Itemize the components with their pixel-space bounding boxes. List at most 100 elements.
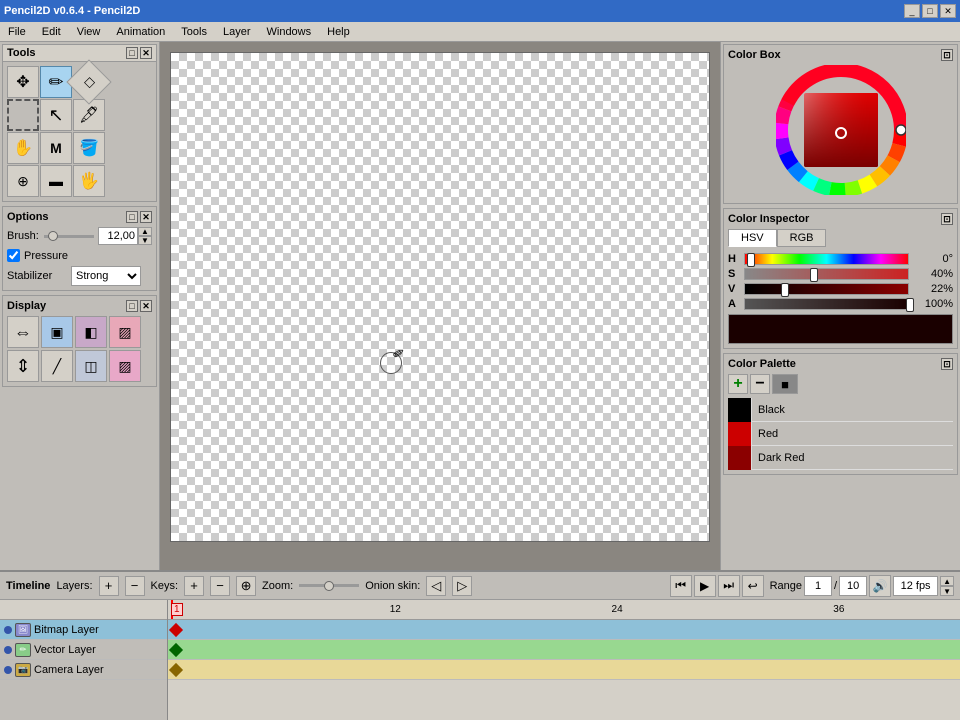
brush-value-input[interactable] <box>98 227 138 245</box>
palette-item-red[interactable]: Red <box>728 422 953 446</box>
timeline-zoom-slider[interactable] <box>299 584 359 587</box>
tool-brush[interactable]: ▬ <box>40 165 72 197</box>
menu-view[interactable]: View <box>69 24 109 40</box>
color-inspector-label: Color Inspector <box>728 213 809 225</box>
stabilizer-select[interactable]: Strong None Weak <box>71 266 141 286</box>
tool-move[interactable]: ✥ <box>7 66 39 98</box>
menu-edit[interactable]: Edit <box>34 24 69 40</box>
tool-pointer[interactable]: ↖ <box>40 99 72 131</box>
tool-pick[interactable]: ⊕ <box>7 165 39 197</box>
s-row: S 40% <box>728 268 953 280</box>
tab-rgb[interactable]: RGB <box>777 229 827 247</box>
disp-color[interactable]: ▨ <box>109 316 141 348</box>
minimize-button[interactable]: _ <box>904 4 920 18</box>
remove-layer-button[interactable]: − <box>125 576 145 596</box>
tool-eraser[interactable]: ◻ <box>66 59 111 104</box>
disp-flip-h[interactable]: ⇔ <box>7 316 39 348</box>
v-label: V <box>728 283 740 295</box>
fps-down[interactable]: ▼ <box>940 586 954 596</box>
tool-smudge[interactable]: M <box>40 132 72 164</box>
palette-add-button[interactable]: + <box>728 374 748 394</box>
layer-row-vector[interactable]: ✏ Vector Layer <box>0 640 167 660</box>
color-inspector-expand[interactable]: ⊡ <box>941 213 953 225</box>
tool-hand[interactable]: ✋ <box>7 132 39 164</box>
add-layer-button[interactable]: + <box>99 576 119 596</box>
display-expand-button[interactable]: □ <box>126 300 138 312</box>
tool-bucket[interactable]: 🪣 <box>73 132 105 164</box>
tool-select-rect[interactable] <box>7 99 39 131</box>
disp-tile[interactable]: ▣ <box>41 316 73 348</box>
color-wheel[interactable] <box>776 65 906 195</box>
h-label: H <box>728 253 740 265</box>
options-expand-button[interactable]: □ <box>126 211 138 223</box>
canvas-area[interactable]: ✏ <box>160 42 720 570</box>
onion-next-button[interactable]: ▷ <box>452 576 472 596</box>
menu-tools[interactable]: Tools <box>173 24 215 40</box>
disp-flip-v[interactable]: ⇕ <box>7 350 39 382</box>
close-button[interactable]: ✕ <box>940 4 956 18</box>
color-box-expand[interactable]: ⊡ <box>941 49 953 61</box>
menu-file[interactable]: File <box>0 24 34 40</box>
onion-prev-button[interactable]: ◁ <box>426 576 446 596</box>
brush-spin-down[interactable]: ▼ <box>138 236 152 245</box>
volume-button[interactable]: 🔊 <box>869 575 891 597</box>
fps-up[interactable]: ▲ <box>940 576 954 586</box>
duplicate-key-button[interactable]: ⊕ <box>236 576 256 596</box>
play-end-button[interactable]: ↩ <box>742 575 764 597</box>
fps-input[interactable] <box>893 576 938 596</box>
menu-help[interactable]: Help <box>319 24 358 40</box>
palette-list: Black Red Dark Red <box>728 398 953 470</box>
color-box-panel: Color Box ⊡ <box>723 44 958 204</box>
layer-visibility-camera[interactable] <box>4 666 12 674</box>
add-key-button[interactable]: + <box>184 576 204 596</box>
palette-remove-button[interactable]: − <box>750 374 770 394</box>
a-slider-track[interactable] <box>744 298 909 310</box>
stabilizer-label: Stabilizer <box>7 270 67 282</box>
s-slider-track[interactable] <box>744 268 909 280</box>
layer-row-camera[interactable]: 📷 Camera Layer <box>0 660 167 680</box>
layer-row-bitmap[interactable]: 🖼 Bitmap Layer <box>0 620 167 640</box>
a-label: A <box>728 298 740 310</box>
range-start-input[interactable] <box>804 576 832 596</box>
v-slider-track[interactable] <box>744 283 909 295</box>
disp-layer[interactable]: ◫ <box>75 350 107 382</box>
tab-hsv[interactable]: HSV <box>728 229 777 247</box>
menu-windows[interactable]: Windows <box>259 24 320 40</box>
menu-layer[interactable]: Layer <box>215 24 259 40</box>
play-start-button[interactable]: ⏮ <box>670 575 692 597</box>
track-camera[interactable] <box>168 660 960 680</box>
layer-icon-vector: ✏ <box>15 643 31 657</box>
tools-close-button[interactable]: ✕ <box>140 47 152 59</box>
window-controls: _ □ ✕ <box>904 4 956 18</box>
track-vector[interactable] <box>168 640 960 660</box>
play-loop-button[interactable]: ⏭ <box>718 575 740 597</box>
palette-controls: + − ■ <box>728 374 953 394</box>
disp-onion[interactable]: ◧ <box>75 316 107 348</box>
disp-ref[interactable]: ▨ <box>109 350 141 382</box>
pressure-checkbox[interactable] <box>7 249 20 262</box>
titlebar: Pencil2D v0.6.4 - Pencil2D _ □ ✕ <box>0 0 960 22</box>
options-close-button[interactable]: ✕ <box>140 211 152 223</box>
remove-key-button[interactable]: − <box>210 576 230 596</box>
layer-visibility-bitmap[interactable] <box>4 626 12 634</box>
tools-expand-button[interactable]: □ <box>126 47 138 59</box>
menu-animation[interactable]: Animation <box>108 24 173 40</box>
timeline-body: 🖼 Bitmap Layer ✏ Vector Layer 📷 Camera L… <box>0 600 960 720</box>
tools-panel-controls: □ ✕ <box>126 47 152 59</box>
brush-slider[interactable] <box>44 235 94 238</box>
display-close-button[interactable]: ✕ <box>140 300 152 312</box>
palette-item-black[interactable]: Black <box>728 398 953 422</box>
brush-spin-up[interactable]: ▲ <box>138 227 152 236</box>
tool-fill[interactable]: 🖐 <box>73 165 105 197</box>
disp-line[interactable]: ╱ <box>41 350 73 382</box>
color-palette-expand[interactable]: ⊡ <box>941 358 953 370</box>
palette-item-darkred[interactable]: Dark Red <box>728 446 953 470</box>
track-bitmap[interactable] <box>168 620 960 640</box>
range-end-input[interactable] <box>839 576 867 596</box>
layer-visibility-vector[interactable] <box>4 646 12 654</box>
play-button[interactable]: ▶ <box>694 575 716 597</box>
keyframe-vector-1 <box>169 643 183 657</box>
h-slider-track[interactable] <box>744 253 909 265</box>
maximize-button[interactable]: □ <box>922 4 938 18</box>
palette-menu-button[interactable]: ■ <box>772 374 798 394</box>
